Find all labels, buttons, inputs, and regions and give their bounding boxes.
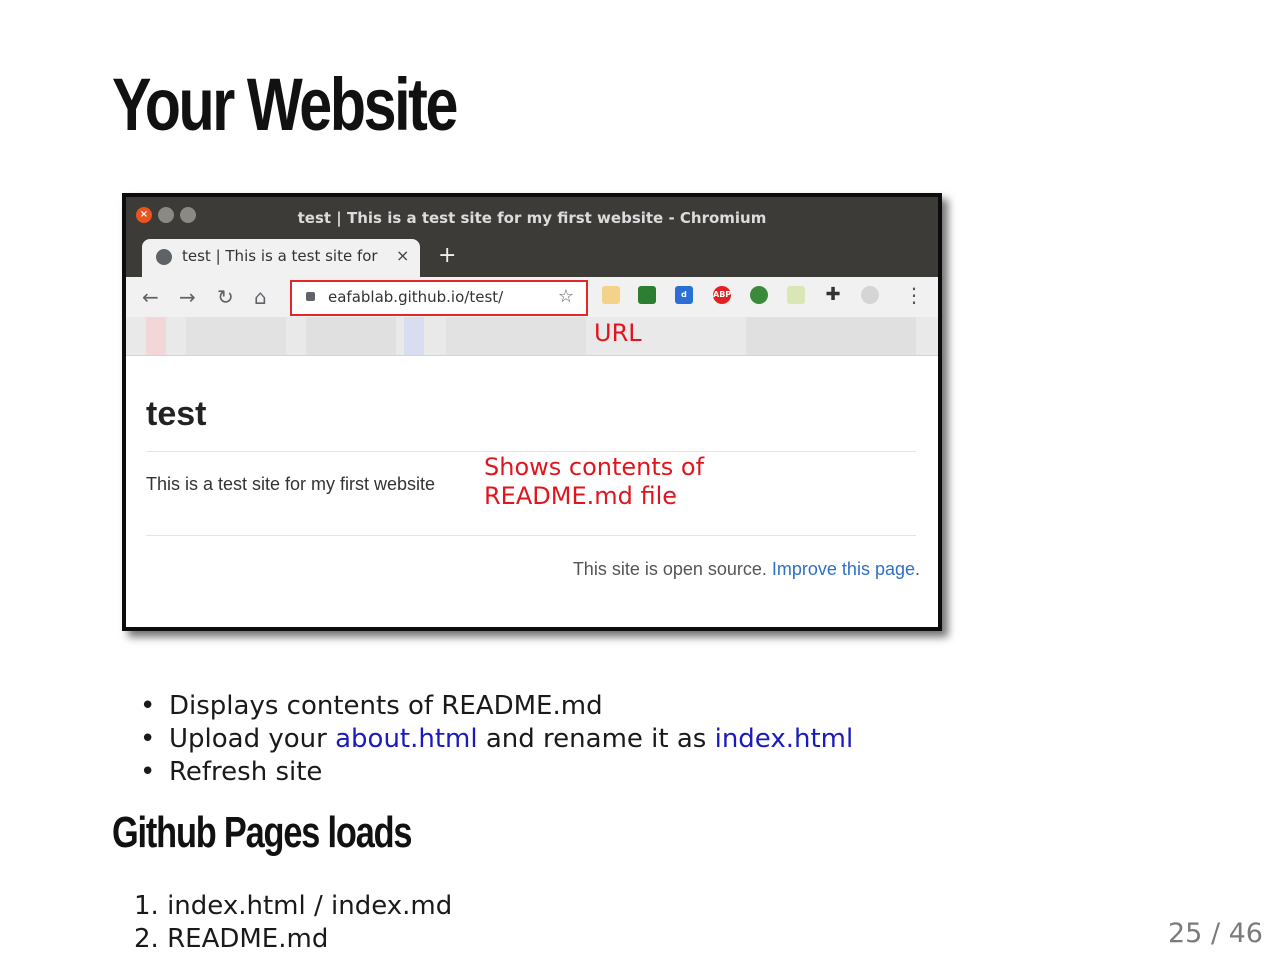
d-icon[interactable]: d <box>675 286 693 304</box>
bullet-text: Refresh site <box>169 757 323 787</box>
tab-strip: test | This is a test site for my first … <box>126 233 938 277</box>
browser-toolbar: ← → ↻ ⌂ eafablab.github.io/test/ ☆ d ABP… <box>126 277 938 317</box>
readme-annotation: Shows contents of README.md file <box>484 453 704 511</box>
annotation-line-2: README.md file <box>484 482 678 510</box>
about-html-link[interactable]: about.html <box>335 724 478 754</box>
profile-icon[interactable] <box>861 286 879 304</box>
bullet-text: Upload your <box>169 724 336 754</box>
tab-title: test | This is a test site for my first … <box>182 247 382 265</box>
home-icon[interactable]: ⌂ <box>254 285 267 309</box>
forward-icon[interactable]: → <box>179 285 196 309</box>
improve-page-link[interactable]: Improve this page <box>772 559 915 579</box>
list-number: 2. <box>134 924 159 954</box>
adblock-icon[interactable]: ABP <box>713 286 731 304</box>
window-title: test | This is a test site for my first … <box>297 209 767 227</box>
list-item: Refresh site <box>140 756 853 789</box>
address-bar[interactable]: eafablab.github.io/test/ ☆ <box>290 280 588 316</box>
footer-period: . <box>914 559 920 579</box>
browser-tab[interactable]: test | This is a test site for my first … <box>142 239 420 277</box>
puzzle-icon[interactable]: ✚ <box>824 286 842 304</box>
bookmark-star-icon[interactable]: ☆ <box>558 286 574 307</box>
browser-screenshot: × test | This is a test site for my firs… <box>122 193 942 631</box>
list-item: 2. README.md <box>134 923 452 956</box>
bullet-text: Displays contents of README.md <box>169 691 603 721</box>
footer-text: This site is open source. <box>572 559 772 579</box>
page-heading: test <box>146 395 207 433</box>
bullet-text: and rename it as <box>477 724 715 754</box>
reload-icon[interactable]: ↻ <box>217 285 234 309</box>
page-number: 25 / 46 <box>1168 918 1263 949</box>
page-paragraph: This is a test site for my first website <box>146 474 436 494</box>
clipboard-icon[interactable] <box>602 286 620 304</box>
url-annotation: URL <box>594 319 642 347</box>
menu-icon[interactable]: ⋮ <box>904 283 924 307</box>
list-item: Upload your about.html and rename it as … <box>140 723 853 756</box>
lock-icon <box>306 292 315 301</box>
notes-icon[interactable] <box>787 286 805 304</box>
list-item: 1. index.html / index.md <box>134 890 452 923</box>
image-icon[interactable] <box>638 286 656 304</box>
tab-close-icon[interactable]: × <box>396 246 409 265</box>
divider <box>146 451 916 452</box>
ordered-list: 1. index.html / index.md 2. README.md <box>134 890 452 956</box>
globe-icon[interactable] <box>750 286 768 304</box>
page-footer: This site is open source. Improve this p… <box>573 559 920 580</box>
list-text: index.html / index.md <box>167 891 453 921</box>
list-item: Displays contents of README.md <box>140 690 853 723</box>
divider <box>146 535 916 536</box>
url-text: eafablab.github.io/test/ <box>328 288 504 306</box>
index-html-link[interactable]: index.html <box>715 724 854 754</box>
bullet-list: Displays contents of README.md Upload yo… <box>140 690 853 789</box>
back-icon[interactable]: ← <box>142 285 159 309</box>
annotation-line-1: Shows contents of <box>484 453 705 481</box>
globe-icon <box>156 249 172 265</box>
slide-title: Your Website <box>112 63 458 146</box>
list-number: 1. <box>134 891 159 921</box>
section-heading: Github Pages loads <box>112 808 412 857</box>
bookmarks-bar <box>126 317 938 356</box>
list-text: README.md <box>167 924 329 954</box>
new-tab-icon[interactable]: + <box>438 243 456 268</box>
